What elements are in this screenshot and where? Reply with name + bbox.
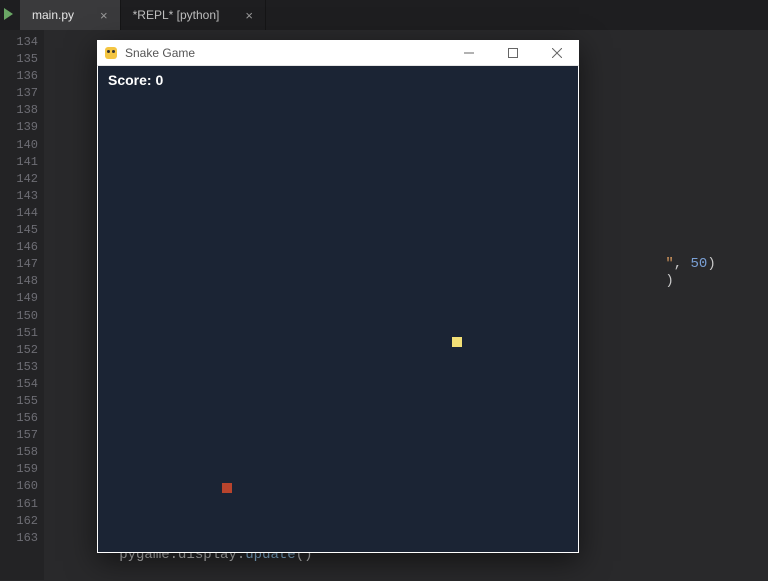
tab-bar: main.py × *REPL* [python] × [0, 0, 768, 30]
tab-label: main.py [32, 8, 74, 22]
maximize-button[interactable] [491, 40, 535, 66]
minimize-button[interactable] [447, 40, 491, 66]
tab-label: *REPL* [python] [133, 8, 220, 22]
score-display: Score: 0 [108, 72, 163, 88]
food [222, 483, 232, 493]
app-icon [103, 45, 119, 61]
tab-main-py[interactable]: main.py × [20, 0, 121, 30]
game-window: Snake Game Score: 0 [97, 40, 579, 553]
line-number-gutter: 134 135 136 137 138 139 140 141 142 143 … [0, 30, 44, 580]
window-title: Snake Game [125, 46, 195, 60]
game-canvas[interactable]: Score: 0 [98, 66, 578, 552]
close-icon[interactable]: × [245, 8, 253, 23]
snake-head [452, 337, 462, 347]
run-icon[interactable] [4, 8, 13, 20]
title-bar[interactable]: Snake Game [97, 40, 579, 66]
tab-repl[interactable]: *REPL* [python] × [121, 0, 266, 30]
close-icon[interactable]: × [100, 8, 108, 23]
close-button[interactable] [535, 40, 579, 66]
